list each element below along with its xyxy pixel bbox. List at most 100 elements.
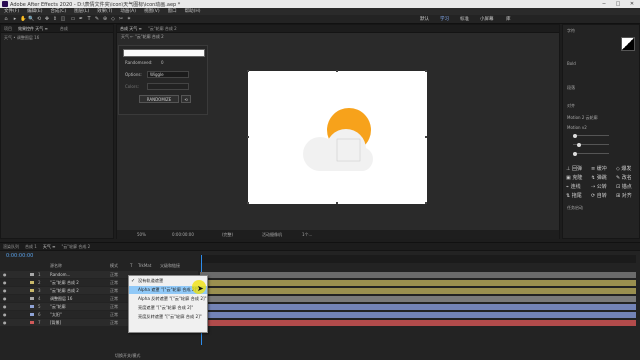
- layer-label-color[interactable]: [30, 321, 34, 324]
- toggle-switches-modes[interactable]: 切换开关/模式: [115, 353, 140, 359]
- composition-canvas[interactable]: [247, 70, 427, 204]
- stamp-icon[interactable]: ⊕: [102, 16, 108, 22]
- motion-align-button[interactable]: ⊞ 对齐: [616, 192, 632, 199]
- transform-handle[interactable]: [425, 70, 427, 72]
- tab-effect-controls[interactable]: 效果控件 天气 ≡: [15, 25, 51, 32]
- tab-project[interactable]: 项目: [1, 25, 15, 32]
- orbit-icon[interactable]: ⟲: [36, 16, 42, 22]
- visibility-eye-icon[interactable]: ●: [3, 295, 7, 302]
- menu-window[interactable]: 窗口: [164, 8, 181, 15]
- tab-comp-weather[interactable]: 合成 天气 ≡: [117, 25, 145, 32]
- workspace-default[interactable]: 默认: [420, 16, 429, 22]
- layer-mode[interactable]: 正常: [110, 295, 118, 302]
- breadcrumb-weather[interactable]: 天气: [121, 34, 129, 39]
- align-section[interactable]: 对齐: [567, 103, 575, 109]
- tab-comp-1[interactable]: 合成 1: [22, 243, 40, 250]
- transform-handle[interactable]: [247, 202, 249, 204]
- layer-duration-bar[interactable]: [200, 295, 636, 302]
- timeline-timecode[interactable]: 0:00:00:00: [6, 253, 33, 259]
- layer-mode[interactable]: 正常: [110, 303, 118, 310]
- layer-duration-bar[interactable]: [200, 319, 636, 326]
- views-dropdown[interactable]: 1个...: [302, 230, 312, 239]
- tab-composition-list[interactable]: 合成: [57, 25, 71, 32]
- motion-slider-3[interactable]: [573, 151, 609, 156]
- layer-name[interactable]: "云"轮廓: [50, 303, 66, 310]
- slider-knob[interactable]: [573, 151, 577, 156]
- motion-burst-button[interactable]: ◇ 爆发: [616, 165, 631, 172]
- layer-name[interactable]: "云"轮廓 合成 2: [50, 279, 79, 286]
- transform-handle[interactable]: [425, 136, 427, 138]
- zoom-dropdown[interactable]: 50%: [137, 230, 146, 239]
- tab-render-queue[interactable]: 渲染队列: [0, 243, 22, 250]
- workspace-library[interactable]: 库: [506, 16, 511, 22]
- layer-mode[interactable]: 正常: [110, 279, 118, 286]
- menu-edit[interactable]: 编辑(E): [23, 8, 46, 15]
- visibility-eye-icon[interactable]: ●: [3, 319, 7, 326]
- breadcrumb-cloud[interactable]: "云"轮廓 合成 2: [135, 34, 164, 39]
- menu-layer[interactable]: 图层(L): [70, 8, 93, 15]
- task-launcher[interactable]: 任务启动: [567, 205, 583, 211]
- brush-icon[interactable]: ✎: [94, 16, 100, 22]
- motion-slider-2[interactable]: [573, 142, 609, 147]
- motion-rename-button[interactable]: ✎ 改名: [616, 174, 632, 181]
- layer-label-color[interactable]: [30, 281, 34, 284]
- layer-label-color[interactable]: [30, 289, 34, 292]
- motion-spin-button[interactable]: ⟳ 自转: [591, 192, 607, 199]
- layer-mode[interactable]: 正常: [110, 311, 118, 318]
- layer-duration-bar[interactable]: [200, 271, 636, 278]
- menu-item-luma-inverted-matte[interactable]: 亮度反转遮罩 "["云"轮廓 合成 2]": [129, 313, 207, 321]
- visibility-eye-icon[interactable]: ●: [3, 279, 7, 286]
- layer-mode[interactable]: 正常: [110, 271, 118, 278]
- randomseed-value[interactable]: 0: [161, 60, 164, 65]
- slider-knob[interactable]: [573, 133, 577, 138]
- reset-button[interactable]: ⟲: [181, 95, 191, 103]
- menu-view[interactable]: 视图(V): [140, 8, 164, 15]
- motion-slider-1[interactable]: [573, 133, 609, 138]
- layer-mode[interactable]: 正常: [110, 287, 118, 294]
- menu-effect[interactable]: 效果(T): [93, 8, 116, 15]
- pen-icon[interactable]: ✒: [78, 16, 84, 22]
- layer-label-color[interactable]: [30, 297, 34, 300]
- layer-name[interactable]: [背景]: [50, 319, 61, 326]
- camera-dropdown[interactable]: 活动摄像机: [262, 230, 282, 239]
- visibility-eye-icon[interactable]: ●: [3, 287, 7, 294]
- quality-dropdown[interactable]: (完整): [222, 230, 233, 239]
- paragraph-section[interactable]: 段落: [567, 85, 575, 91]
- layer-duration-bar[interactable]: [200, 279, 636, 286]
- transform-handle[interactable]: [425, 202, 427, 204]
- slider-knob[interactable]: [577, 142, 581, 147]
- motion-connect-button[interactable]: ⌁ 连线: [566, 183, 581, 190]
- motion-anchor-button[interactable]: ⊡ 锚点: [616, 183, 632, 190]
- tab-timeline-cloud[interactable]: "云"轮廓 合成 2: [58, 243, 93, 250]
- minimize-button[interactable]: ─: [597, 0, 611, 8]
- menu-animation[interactable]: 动画(A): [116, 8, 140, 15]
- transform-handle[interactable]: [336, 70, 338, 72]
- motion-bounce-button[interactable]: ⊥ 回弹: [566, 165, 582, 172]
- time-ruler[interactable]: [200, 255, 636, 263]
- motion-orbit-button[interactable]: ⇢ 公转: [591, 183, 607, 190]
- pan-icon[interactable]: ◫: [60, 16, 66, 22]
- comp-timecode[interactable]: 0:00:00:00: [172, 230, 194, 239]
- workspace-standard[interactable]: 标准: [460, 16, 469, 22]
- tab-timeline-weather[interactable]: 天气 ≡: [40, 243, 59, 250]
- workspace-learn[interactable]: 学习: [440, 16, 449, 22]
- menu-composition[interactable]: 合成(C): [46, 8, 70, 15]
- transform-handle[interactable]: [247, 136, 249, 138]
- layer-duration-bar[interactable]: [200, 311, 636, 318]
- layer-mode[interactable]: 正常: [110, 319, 118, 326]
- motion-ease-button[interactable]: ≡ 缓冲: [591, 165, 607, 172]
- eraser-icon[interactable]: ◇: [110, 16, 116, 22]
- menu-help[interactable]: 帮助(H): [181, 8, 205, 15]
- type-icon[interactable]: T: [86, 16, 92, 22]
- zoom-icon[interactable]: 🔍: [28, 16, 34, 22]
- layer-name[interactable]: "云"轮廓 合成 2: [50, 287, 79, 294]
- layer-duration-bar[interactable]: [200, 287, 636, 294]
- maximize-button[interactable]: □: [611, 0, 625, 8]
- visibility-eye-icon[interactable]: ●: [3, 271, 7, 278]
- track-icon[interactable]: ✥: [44, 16, 50, 22]
- puppet-icon[interactable]: ✶: [126, 16, 132, 22]
- layer-duration-bar[interactable]: [200, 303, 636, 310]
- color-preview-box[interactable]: [123, 49, 205, 57]
- transform-handle[interactable]: [247, 70, 249, 72]
- dolly-icon[interactable]: ⇕: [52, 16, 58, 22]
